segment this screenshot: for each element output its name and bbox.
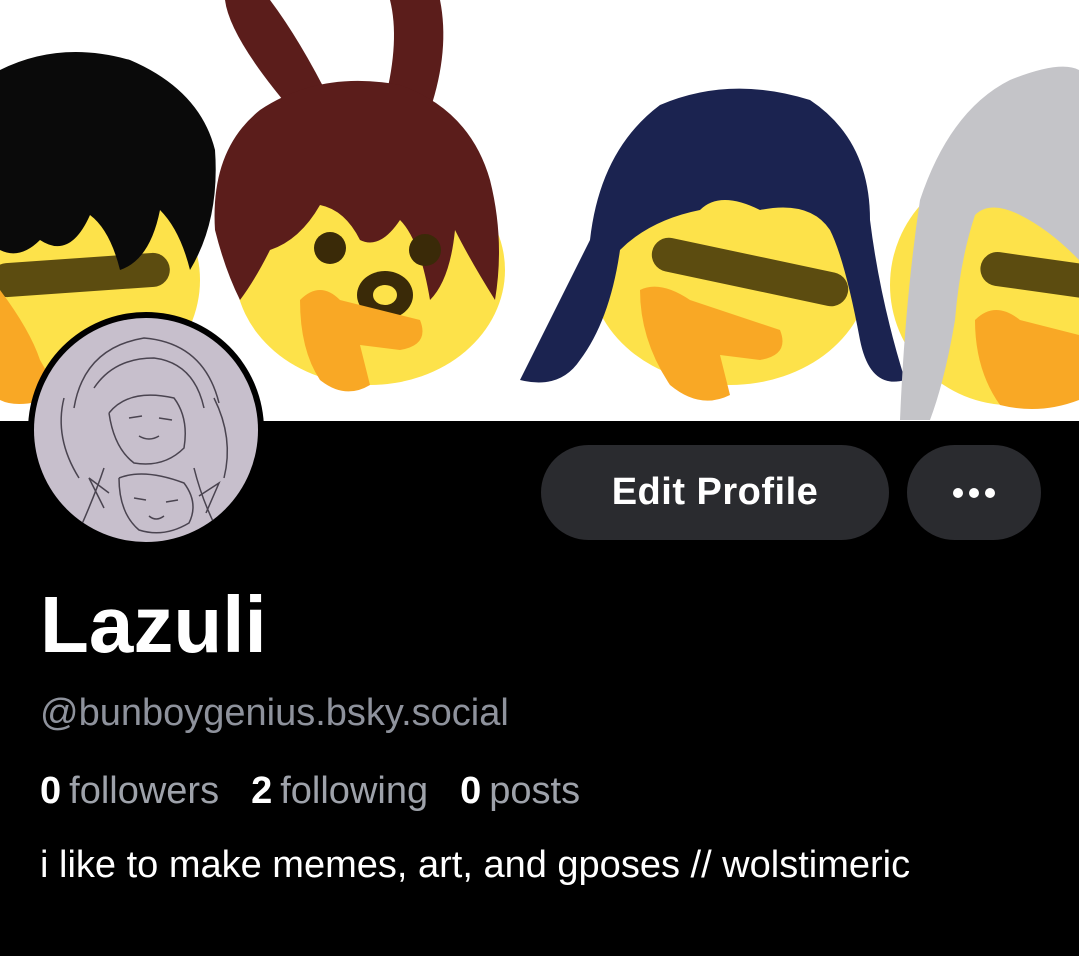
- posts-count: 0: [460, 770, 482, 812]
- profile-handle: @bunboygenius.bsky.social: [40, 692, 509, 734]
- followers-label: followers: [69, 770, 220, 812]
- followers-count: 0: [40, 770, 62, 812]
- emoji-character-4: [890, 66, 1079, 421]
- posts-stat: 0 posts: [460, 768, 580, 814]
- following-stat[interactable]: 2 following: [251, 768, 428, 814]
- avatar[interactable]: [28, 312, 264, 548]
- emoji-character-3: [520, 88, 905, 401]
- posts-label: posts: [489, 770, 581, 812]
- more-options-button[interactable]: [907, 445, 1041, 540]
- avatar-image: [34, 318, 258, 542]
- following-count: 2: [251, 770, 273, 812]
- display-name: Lazuli: [40, 580, 267, 669]
- profile-bio: i like to make memes, art, and gposes //…: [40, 844, 911, 886]
- avatar-sketch: [60, 337, 229, 542]
- ellipsis-icon: [953, 487, 995, 498]
- edit-profile-button[interactable]: Edit Profile: [541, 445, 889, 540]
- following-label: following: [280, 770, 429, 812]
- followers-stat[interactable]: 0 followers: [40, 768, 219, 814]
- profile-stats: 0 followers 2 following 0 posts: [40, 768, 580, 814]
- emoji-character-2: [214, 0, 505, 392]
